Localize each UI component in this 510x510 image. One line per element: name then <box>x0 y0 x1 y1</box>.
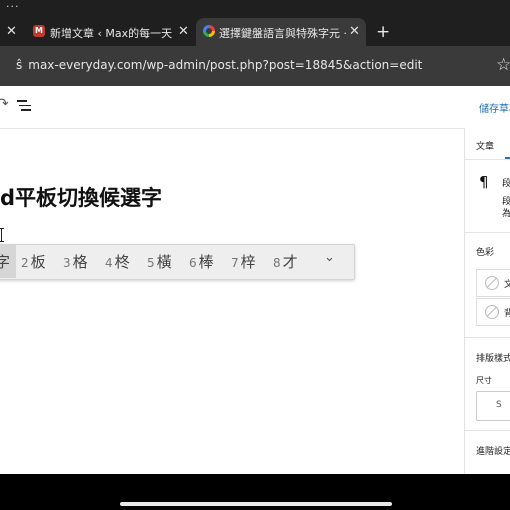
home-indicator[interactable] <box>120 502 392 506</box>
close-icon[interactable]: ✕ <box>349 24 360 39</box>
text-cursor <box>1 228 2 242</box>
google-icon <box>203 25 215 37</box>
paragraph-icon: ¶ <box>479 173 489 191</box>
text-cursor-cap <box>0 241 4 242</box>
bookmark-star-icon[interactable]: ☆ <box>496 55 510 75</box>
tab-keyboard-language[interactable]: 選擇鍵盤語言與特殊字元 · C ✕ <box>196 18 366 46</box>
ime-candidate[interactable]: 8才 <box>273 251 298 272</box>
editor-page <box>0 86 510 474</box>
no-color-icon <box>485 276 499 290</box>
close-icon[interactable]: ✕ <box>6 24 17 39</box>
ime-candidate-bar <box>0 244 355 280</box>
tab-previous[interactable]: ✕ <box>0 18 24 46</box>
wordpress-m-icon: M <box>33 25 45 37</box>
url-field[interactable]: ŝ max-everyday.com/wp-admin/post.php?post… <box>16 58 422 72</box>
tab-title: 新增文章 ‹ Max的每一天 — W <box>50 27 176 40</box>
post-title[interactable]: d平板切換候選字 <box>0 182 162 212</box>
color-heading: 色彩 <box>476 248 495 258</box>
tab-post[interactable]: 文章 <box>476 139 494 152</box>
tab-new-post[interactable]: M 新增文章 ‹ Max的每一天 — W ✕ <box>26 18 194 46</box>
block-name: 段 <box>502 179 510 189</box>
editor-toolbar <box>0 86 510 129</box>
close-icon[interactable]: ✕ <box>178 24 189 39</box>
chevron-down-icon[interactable]: ⌄ <box>324 250 335 265</box>
ime-candidate[interactable]: 7梓 <box>231 251 256 272</box>
ime-candidate[interactable]: 5橫 <box>147 251 172 272</box>
divider <box>465 430 510 431</box>
ime-candidate[interactable]: 6棒 <box>189 251 214 272</box>
advanced-settings-toggle[interactable]: 進階設定 <box>476 444 510 457</box>
ime-candidate[interactable]: 2板 <box>21 251 46 272</box>
typography-heading: 排版樣式 <box>476 354 510 364</box>
redo-icon[interactable]: ↷ <box>0 96 9 112</box>
site-info-icon[interactable]: ŝ <box>16 58 22 72</box>
divider <box>465 337 510 338</box>
no-color-icon <box>485 305 499 319</box>
size-label: 尺寸 <box>476 376 492 385</box>
save-draft-button[interactable]: 儲存草稿 <box>479 100 510 115</box>
background-color-option[interactable]: 背 <box>476 298 510 326</box>
block-description: 為 <box>502 209 510 219</box>
status-dots: ··· <box>6 0 20 13</box>
ime-candidate[interactable]: 字 <box>0 251 10 272</box>
new-tab-button[interactable]: + <box>376 22 390 42</box>
font-size-picker[interactable]: S <box>476 391 510 421</box>
tab-title: 選擇鍵盤語言與特殊字元 · C <box>219 27 347 40</box>
ime-candidate[interactable]: 4柊 <box>105 251 130 272</box>
list-view-icon[interactable] <box>17 97 31 114</box>
url-text: max-everyday.com/wp-admin/post.php?post=… <box>28 58 423 72</box>
text-color-option[interactable]: 文 <box>476 269 510 297</box>
text-cursor-cap <box>0 228 4 229</box>
divider <box>465 159 510 160</box>
divider <box>465 232 510 233</box>
ime-candidate[interactable]: 3格 <box>63 251 88 272</box>
